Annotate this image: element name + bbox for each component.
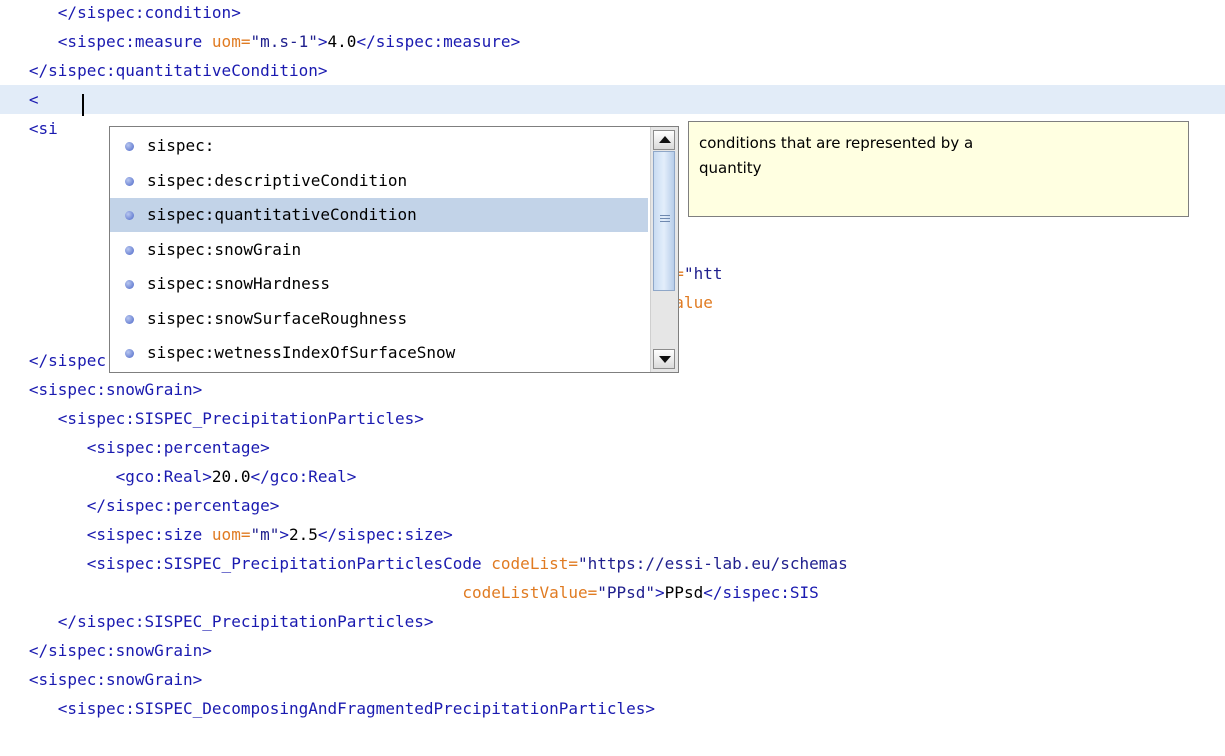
element-bullet-icon [125,245,134,255]
element-bullet-icon [125,142,134,151]
code-line[interactable]: <sispec:SISPEC_PrecipitationParticles> [0,404,1225,433]
autocomplete-item[interactable]: sispec:snowSurfaceRoughness [110,302,648,336]
autocomplete-item-label: sispec:snowHardness [147,274,331,293]
code-token-val: "PPsd" [597,583,656,602]
code-token-tag: <sispec:snowGrain> [0,380,203,399]
autocomplete-item-label: sispec:snowSurfaceRoughness [147,308,408,328]
element-bullet-icon [125,349,134,358]
code-token-tag: <gco:Real> [0,467,212,486]
element-bullet-icon [125,176,134,186]
code-token-val: "https://essi-lab.eu/schemas [577,554,848,573]
autocomplete-item-label: sispec:wetnessIndexOfSurfaceSnow [147,343,456,362]
code-line[interactable]: <sispec:size uom="m">2.5</sispec:size> [0,520,1225,549]
code-line[interactable]: <sispec:SISPEC_DecomposingAndFragmentedP… [0,694,1225,723]
code-line[interactable]: <sispec:snowGrain> [0,665,1225,694]
code-line[interactable]: <sispec:percentage> [0,433,1225,462]
scroll-thumb[interactable] [653,151,675,291]
code-token-tag: <sispec:SISPEC_PrecipitationParticles> [0,409,424,428]
autocomplete-item-label: sispec:snowGrain [147,239,302,259]
code-token-tag: <sispec:percentage> [0,438,270,457]
code-line[interactable]: </sispec:condition> [0,0,1225,27]
autocomplete-item[interactable]: sispec:descriptiveCondition [110,164,648,198]
code-token-tag: <sispec:size [0,525,212,544]
scroll-up-button[interactable] [653,130,675,150]
code-line[interactable]: </sispec:percentage> [0,491,1225,520]
documentation-tooltip: conditions that are represented by a qua… [688,121,1189,217]
autocomplete-popup[interactable]: sispec: sispec:descriptiveCondition sispec… [109,126,679,373]
code-token-tag: > [317,32,328,51]
code-line[interactable]: </sispec:quantitativeCondition> [0,56,1225,85]
code-line[interactable]: <sispec:measure uom="m.s-1">4.0</sispec:… [0,27,1225,56]
xml-editor[interactable]: </sispec:condition> <sispec:measure uom=… [0,0,1225,756]
popup-scrollbar[interactable] [650,127,678,372]
autocomplete-item-label: sispec: [147,136,215,155]
code-line[interactable]: <sispec:snowGrain> [0,375,1225,404]
code-token-tag: <sispec:SISPEC_PrecipitationParticlesCod… [0,554,492,573]
code-token-text: 2.5 [289,525,318,544]
code-token-tag: </sispec:SIS [703,583,819,602]
code-token-tag: > [279,525,289,544]
code-line[interactable]: </sispec:SISPEC_PrecipitationParticles> [0,607,1225,636]
code-token-tag: <sispec:measure [0,32,212,51]
autocomplete-item[interactable]: sispec:snowHardness [110,267,648,301]
scroll-down-button[interactable] [653,349,675,369]
code-token-val: "m.s-1" [250,32,318,51]
code-token-val: "m" [250,525,280,544]
element-bullet-icon [125,211,134,220]
autocomplete-item-selected[interactable]: sispec:quantitativeCondition [110,198,648,232]
code-token-tag: </sispec:condition> [0,3,241,22]
code-token-tag: > [655,583,665,602]
autocomplete-item-label: sispec:descriptiveCondition [147,170,408,190]
grip-line [660,218,670,219]
element-bullet-icon [125,280,134,289]
autocomplete-item[interactable]: sispec:snowGrain [110,233,648,267]
code-token-attr: codeListValue= [0,583,598,602]
code-token-tag: <sispec:snowGrain> [0,670,203,689]
code-token-tag: </sispec:SISPEC_PrecipitationParticles> [0,612,434,631]
code-token-tag: </sispec:quantitativeCondition> [0,61,328,80]
code-token-tag: </sispec:measure> [356,32,521,51]
code-line[interactable]: codeListValue="PPsd">PPsd</sispec:SIS [0,578,1225,607]
code-line[interactable]: </sispec:snowGrain> [0,636,1225,665]
code-token-attr: uom= [211,32,251,51]
code-token-text: 20.0 [211,467,251,486]
grip-line [660,215,670,216]
code-token-tag: </gco:Real> [250,467,357,486]
code-token-attr: uom= [211,525,251,544]
code-line[interactable]: <sispec:SISPEC_PrecipitationParticlesCod… [0,549,1225,578]
code-token-tag: </sispec:size> [317,525,453,544]
code-line[interactable]: <gco:Real>20.0</gco:Real> [0,462,1225,491]
code-token-text: PPsd [664,583,704,602]
autocomplete-item-label: sispec:quantitativeCondition [147,205,417,224]
autocomplete-item[interactable]: sispec: [110,129,648,163]
code-token-tag: <sispec:SISPEC_DecomposingAndFragmentedP… [0,699,656,718]
code-token-tag: <si [0,119,58,138]
current-code-line[interactable]: < [0,85,1225,114]
arrow-up-icon [659,136,671,143]
code-token-text: 4.0 [327,32,357,51]
code-token-tag: </sispec:snowGrain> [0,641,212,660]
grip-line [660,221,670,222]
autocomplete-item[interactable]: sispec:wetnessIndexOfSurfaceSnow [110,336,648,370]
arrow-down-icon [659,356,671,363]
code-token-tag: </sispec:percentage> [0,496,280,515]
code-token-tag: < [0,90,39,109]
text-caret [82,94,84,116]
code-token-val: "htt [683,264,723,283]
element-bullet-icon [125,314,134,324]
code-token-attr: codeList= [491,554,578,573]
